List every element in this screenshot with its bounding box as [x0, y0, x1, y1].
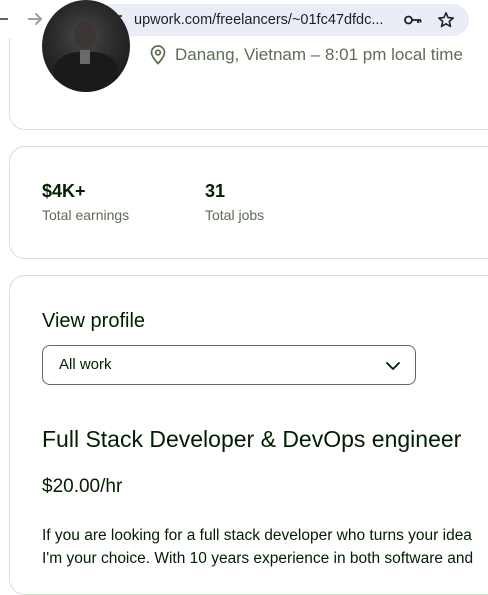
- hourly-rate: $20.00/hr: [42, 476, 123, 497]
- overview-line: If you are looking for a full stack deve…: [42, 527, 472, 544]
- profile-headline: Full Stack Developer & DevOps engineer: [42, 426, 462, 452]
- profile-header-card: Danang, Vietnam – 8:01 pm local time: [9, 0, 488, 130]
- stats-card: $4K+ Total earnings 31 Total jobs: [9, 146, 488, 259]
- work-filter-value: All work: [59, 356, 112, 373]
- avatar-collar: [80, 50, 90, 64]
- total-earnings-value: $4K+: [42, 181, 86, 201]
- address-bar[interactable]: upwork.com/freelancers/~01fc47dfdc...: [97, 4, 469, 36]
- url-text[interactable]: upwork.com/freelancers/~01fc47dfdc...: [134, 12, 396, 28]
- location-text: Danang, Vietnam – 8:01 pm local time: [175, 45, 463, 64]
- avatar-face: [74, 22, 96, 48]
- profile-main-card: View profile All work Full Stack Develop…: [9, 275, 488, 595]
- arrow-back-icon[interactable]: [0, 10, 8, 28]
- bookmark-star-icon[interactable]: [437, 11, 455, 29]
- chevron-down-icon: [385, 358, 401, 374]
- total-jobs-value: 31: [205, 181, 226, 201]
- view-profile-heading: View profile: [42, 310, 146, 332]
- total-earnings-label: Total earnings: [42, 207, 130, 223]
- location-pin-icon: [149, 45, 167, 65]
- total-jobs-label: Total jobs: [205, 207, 265, 223]
- work-filter-select[interactable]: All work: [42, 345, 416, 385]
- overview-line: I'm your choice. With 10 years experienc…: [42, 550, 474, 567]
- arrow-forward-icon[interactable]: [26, 10, 44, 28]
- profile-overview: If you are looking for a full stack deve…: [42, 524, 488, 570]
- password-key-icon[interactable]: [403, 12, 423, 28]
- avatar[interactable]: [42, 0, 130, 92]
